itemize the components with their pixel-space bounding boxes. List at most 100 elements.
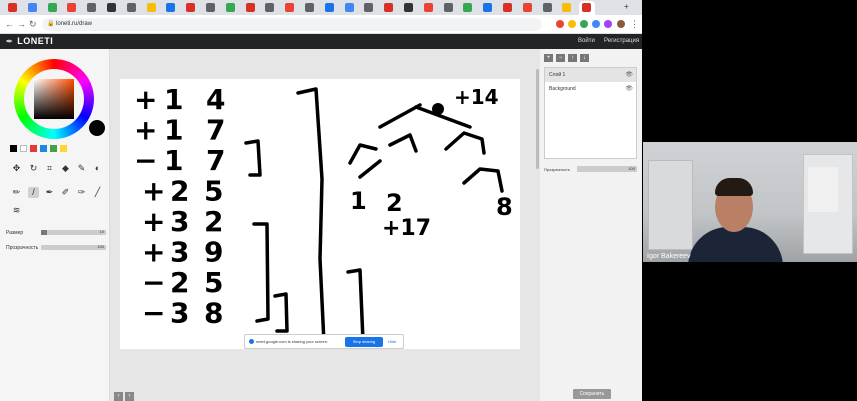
- opacity-slider[interactable]: 100: [41, 244, 106, 250]
- handwritten-b: 7: [206, 144, 225, 177]
- layer-item[interactable]: Слой 1 👁: [545, 68, 636, 82]
- address-bar-row: ← → ↻ 🔒 loneti.ru/draw ⋮: [0, 15, 642, 34]
- rotate-icon[interactable]: ↻: [28, 163, 39, 174]
- handwritten-b: 5: [204, 175, 223, 208]
- line-icon[interactable]: ╱: [92, 187, 103, 198]
- browser-tab-favicon[interactable]: [364, 3, 374, 12]
- browser-tab-favicon[interactable]: [265, 3, 275, 12]
- browser-menu-icon[interactable]: ⋮: [630, 18, 639, 30]
- drawing-canvas[interactable]: +1 4 +1 7−1 7 +2 5 +3 2 +3 9−2 5−3 8 +14…: [120, 79, 520, 349]
- calligraphy-icon[interactable]: ✑: [76, 187, 87, 198]
- canvas-drawing: +14+17−17+25+32+39−25−38: [134, 83, 513, 347]
- browser-tab-favicon[interactable]: [8, 3, 17, 12]
- browser-tab-favicon[interactable]: [87, 3, 97, 12]
- stop-sharing-button[interactable]: Stop sharing: [345, 337, 383, 347]
- extension-icon[interactable]: [568, 20, 576, 28]
- eraser-icon[interactable]: ◐: [92, 163, 103, 174]
- extension-icon[interactable]: [604, 20, 612, 28]
- browser-tab-favicon[interactable]: [166, 3, 176, 12]
- tree-leaf-left: 1: [350, 187, 367, 215]
- extension-icon[interactable]: [556, 20, 564, 28]
- handwritten-sign: −: [134, 144, 157, 177]
- browser-tab-favicon[interactable]: [562, 3, 572, 12]
- remove-layer-icon[interactable]: −: [556, 54, 565, 62]
- handwritten-sign: −: [142, 266, 165, 299]
- browser-tab-favicon[interactable]: [404, 3, 413, 12]
- participant-hair: [715, 178, 753, 196]
- pen-icon[interactable]: ✒: [44, 187, 55, 198]
- browser-tab-favicon[interactable]: [522, 3, 532, 12]
- browser-tab-favicon[interactable]: [344, 3, 354, 12]
- saturation-value-square[interactable]: [34, 79, 74, 119]
- browser-tab-favicon[interactable]: [27, 3, 37, 12]
- url-field[interactable]: 🔒 loneti.ru/draw: [42, 18, 542, 31]
- hide-button[interactable]: Hide: [388, 337, 396, 347]
- size-slider[interactable]: 10: [41, 229, 106, 235]
- app-logo[interactable]: ✒ LONETI: [6, 36, 53, 47]
- extension-icon[interactable]: [592, 20, 600, 28]
- browser-tab-favicon[interactable]: [483, 3, 493, 12]
- add-layer-icon[interactable]: +: [544, 54, 553, 62]
- scroll-right-icon[interactable]: ›: [125, 392, 134, 401]
- eyedropper-icon[interactable]: ✎: [76, 163, 87, 174]
- visibility-icon[interactable]: 👁: [625, 68, 633, 82]
- browser-tab-favicon[interactable]: [285, 3, 295, 12]
- color-swatch[interactable]: [30, 145, 37, 152]
- scroll-left-icon[interactable]: ‹: [114, 392, 123, 401]
- browser-tab-favicon[interactable]: [206, 3, 215, 12]
- browser-tab-favicon[interactable]: [245, 3, 255, 12]
- layer-up-icon[interactable]: ↑: [568, 54, 577, 62]
- layer-down-icon[interactable]: ↓: [580, 54, 589, 62]
- browser-tab-favicon[interactable]: [67, 3, 77, 12]
- color-swatch[interactable]: [60, 145, 67, 152]
- reload-icon[interactable]: ↻: [29, 18, 37, 30]
- brush-icon[interactable]: /: [28, 187, 39, 198]
- login-link[interactable]: Войти: [578, 37, 595, 46]
- color-swatch[interactable]: [20, 145, 27, 152]
- browser-tab-favicon[interactable]: [225, 3, 235, 12]
- opacity-label: Прозрачность: [6, 245, 39, 251]
- handwritten-a: 3: [170, 297, 189, 330]
- move-icon[interactable]: ✥: [11, 163, 22, 174]
- register-link[interactable]: Регистрация: [604, 37, 639, 46]
- browser-tab-favicon[interactable]: [582, 3, 592, 12]
- color-wheel[interactable]: [14, 59, 94, 139]
- forward-icon[interactable]: →: [17, 18, 26, 30]
- browser-tab-favicon[interactable]: [186, 3, 196, 12]
- browser-tab-favicon[interactable]: [423, 3, 433, 12]
- back-icon[interactable]: ←: [5, 18, 14, 30]
- smudge-icon[interactable]: ≋: [11, 205, 22, 216]
- marker-icon[interactable]: ✐: [60, 187, 71, 198]
- browser-tab-favicon[interactable]: [463, 3, 473, 12]
- color-swatch[interactable]: [50, 145, 57, 152]
- new-tab-button[interactable]: +: [624, 1, 629, 13]
- extension-icon[interactable]: [580, 20, 588, 28]
- browser-tab-favicon[interactable]: [107, 3, 116, 12]
- fill-icon[interactable]: ◆: [60, 163, 71, 174]
- browser-tab-favicon[interactable]: [126, 3, 136, 12]
- save-button[interactable]: Сохранить: [573, 389, 611, 399]
- browser-tab-favicon[interactable]: [305, 3, 314, 12]
- handwritten-sign: +: [134, 83, 157, 116]
- browser-tab-favicon[interactable]: [384, 3, 394, 12]
- tree-root-label: +14: [454, 85, 499, 109]
- color-swatch[interactable]: [40, 145, 47, 152]
- browser-tab-favicon[interactable]: [443, 3, 453, 12]
- share-text: meet.google.com is sharing your screen.: [256, 339, 329, 344]
- browser-tab-favicon[interactable]: [146, 3, 156, 12]
- browser-tab-favicon[interactable]: [503, 3, 512, 12]
- crop-icon[interactable]: ⌗: [44, 163, 55, 174]
- vertical-scrollbar[interactable]: [536, 69, 539, 169]
- size-slider-knob[interactable]: [41, 230, 47, 235]
- browser-tab-favicon[interactable]: [47, 3, 57, 12]
- browser-window: + ← → ↻ 🔒 loneti.ru/draw ⋮ ✒ LONETI Войти…: [0, 0, 642, 401]
- color-swatch[interactable]: [10, 145, 17, 152]
- browser-tab-favicon[interactable]: [324, 3, 334, 12]
- visibility-icon[interactable]: 👁: [625, 82, 633, 96]
- pencil-icon[interactable]: ✏: [11, 187, 22, 198]
- layer-opacity-slider[interactable]: 100: [577, 166, 637, 172]
- profile-avatar[interactable]: [617, 20, 625, 28]
- browser-tab-favicon[interactable]: [542, 3, 552, 12]
- layer-item[interactable]: Background 👁: [545, 82, 636, 96]
- handwritten-sign: +: [142, 205, 165, 238]
